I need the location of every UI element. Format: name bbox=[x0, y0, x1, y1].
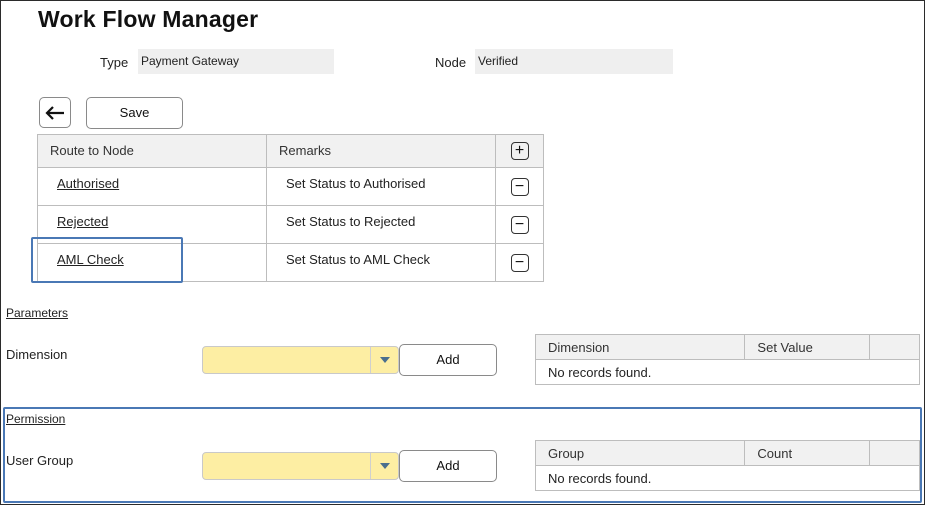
empty-text: No records found. bbox=[535, 359, 920, 385]
header-count: Count bbox=[744, 440, 871, 466]
chevron-down-icon[interactable] bbox=[370, 347, 398, 373]
minus-icon[interactable]: − bbox=[510, 253, 529, 272]
header-set-value: Set Value bbox=[744, 334, 871, 360]
arrow-left-icon bbox=[45, 105, 64, 120]
page-title: Work Flow Manager bbox=[38, 6, 259, 32]
dimension-label: Dimension bbox=[6, 347, 68, 362]
routes-header-row: Route to Node Remarks + bbox=[37, 134, 544, 168]
empty-row: No records found. bbox=[535, 359, 920, 385]
chevron-down-icon[interactable] bbox=[370, 453, 398, 479]
dimension-table: Dimension Set Value No records found. bbox=[534, 334, 920, 385]
user-group-add-button[interactable]: Add bbox=[399, 450, 497, 482]
node-field: Verified bbox=[475, 49, 673, 74]
dimension-select[interactable] bbox=[202, 346, 399, 374]
back-button[interactable] bbox=[39, 97, 71, 128]
remarks-text: Set Status to Rejected bbox=[286, 214, 416, 229]
route-link-authorised[interactable]: Authorised bbox=[57, 176, 119, 191]
route-link-rejected[interactable]: Rejected bbox=[57, 214, 108, 229]
group-table: Group Count No records found. bbox=[534, 440, 920, 491]
remarks-text: Set Status to AML Check bbox=[286, 252, 431, 267]
minus-icon[interactable]: − bbox=[510, 215, 529, 234]
plus-icon[interactable]: + bbox=[510, 142, 529, 160]
table-row: Authorised Set Status to Authorised − bbox=[37, 167, 544, 206]
header-group: Group bbox=[534, 440, 746, 466]
header-dimension: Dimension bbox=[534, 334, 746, 360]
remarks-text: Set Status to Authorised bbox=[286, 176, 426, 191]
header-spacer bbox=[869, 334, 920, 360]
parameters-section-label: Parameters bbox=[6, 306, 69, 320]
dimension-header-row: Dimension Set Value bbox=[534, 334, 920, 360]
empty-row: No records found. bbox=[535, 465, 920, 491]
minus-icon[interactable]: − bbox=[510, 177, 529, 196]
permission-section-label: Permission bbox=[6, 412, 66, 426]
header-spacer bbox=[869, 440, 920, 466]
header-remarks: Remarks bbox=[279, 143, 332, 158]
aml-check-highlight bbox=[31, 237, 183, 283]
type-label: Type bbox=[100, 55, 129, 70]
type-field: Payment Gateway bbox=[138, 49, 334, 74]
empty-text: No records found. bbox=[535, 465, 920, 491]
user-group-label: User Group bbox=[6, 453, 74, 468]
group-header-row: Group Count bbox=[534, 440, 920, 466]
node-label: Node bbox=[435, 55, 467, 70]
header-route-to-node: Route to Node bbox=[50, 143, 134, 158]
dimension-add-button[interactable]: Add bbox=[399, 344, 497, 376]
user-group-select[interactable] bbox=[202, 452, 399, 480]
save-button[interactable]: Save bbox=[86, 97, 183, 129]
